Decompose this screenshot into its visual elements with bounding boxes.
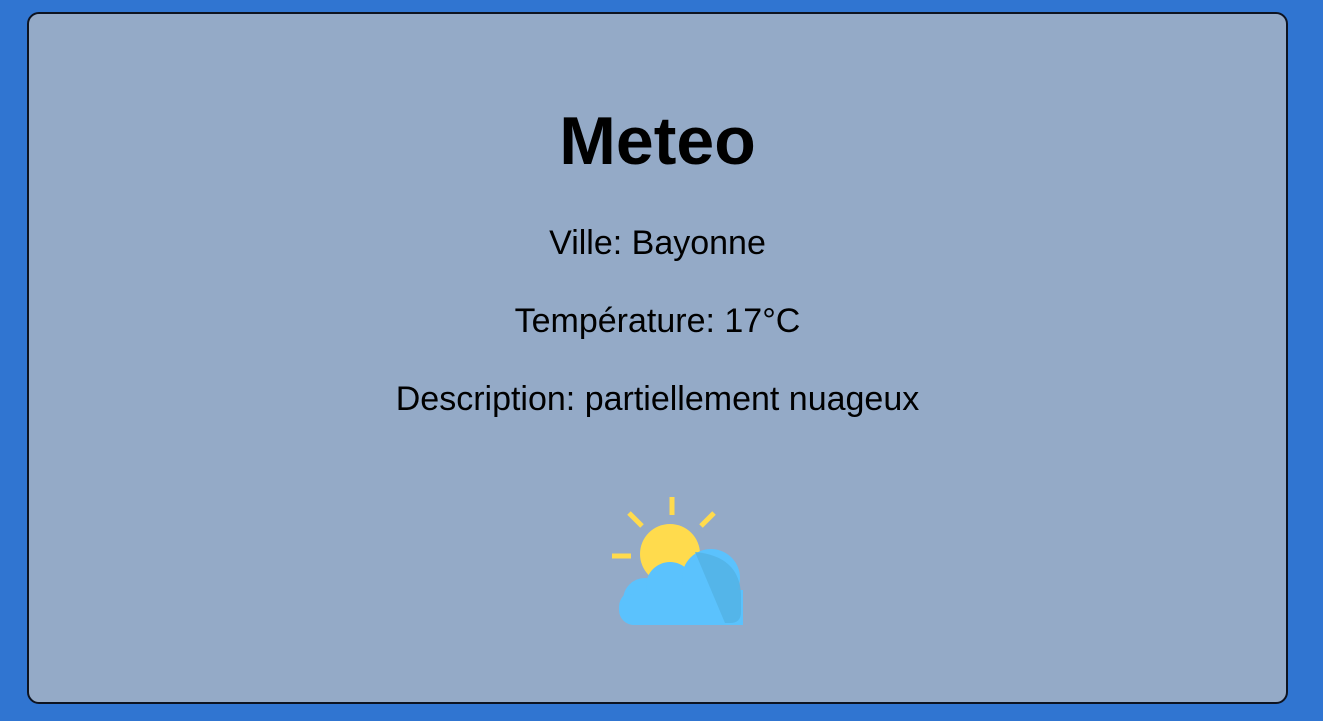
partly-cloudy-icon: [612, 497, 743, 625]
description-text: Description: partiellement nuageux: [395, 380, 920, 418]
city-text: Ville: Bayonne: [549, 224, 766, 262]
page-title: Meteo: [559, 103, 756, 179]
temperature-text: Température: 17°C: [514, 302, 801, 340]
weather-card: Meteo Ville: Bayonne Température: 17°C D…: [27, 12, 1288, 704]
